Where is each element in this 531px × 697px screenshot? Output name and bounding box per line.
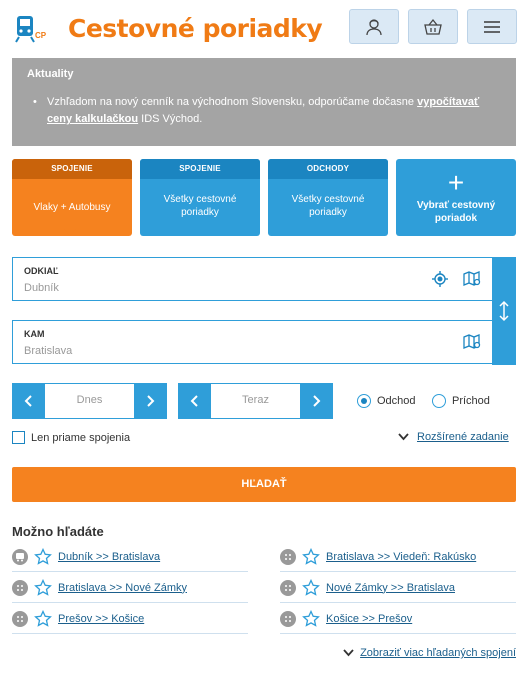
radio-selected-icon [357, 394, 371, 408]
list-item: Bratislava >> Viedeň: Rakúsko [280, 542, 516, 572]
star-icon[interactable] [302, 578, 320, 597]
advanced-label: Rozšírené zadanie [417, 431, 509, 443]
list-item: Košice >> Prešov [280, 604, 516, 634]
news-title: Aktuality [27, 68, 74, 80]
from-label: ODKIAĽ [24, 266, 59, 276]
tile-head: ODCHODY [268, 159, 388, 179]
chevron-right-icon [313, 395, 321, 407]
chevron-down-icon [398, 433, 409, 441]
star-icon[interactable] [34, 547, 52, 566]
time-next-button[interactable] [300, 384, 332, 418]
suggestion-link[interactable]: Prešov >> Košice [58, 613, 144, 625]
user-button[interactable] [349, 9, 399, 44]
locate-icon[interactable] [431, 270, 449, 288]
to-field[interactable]: KAM Bratislava [12, 320, 492, 364]
tile-head: SPOJENIE [12, 159, 132, 179]
news-panel: Aktuality Vzhľadom na nový cenník na výc… [12, 58, 516, 146]
tile-select-timetable[interactable]: + Vybrať cestovný poriadok [396, 159, 516, 236]
star-icon[interactable] [34, 609, 52, 628]
checkbox-box[interactable] [12, 431, 25, 444]
user-icon [366, 18, 382, 35]
arrival-radio[interactable]: Príchod [432, 394, 490, 408]
list-item: Prešov >> Košice [12, 604, 248, 634]
time-prev-button[interactable] [179, 384, 211, 418]
advanced-search-link[interactable]: Rozšírené zadanie [398, 431, 509, 443]
search-button[interactable]: HĽADAŤ [12, 467, 516, 502]
timetable-icon [12, 579, 28, 596]
departure-label: Odchod [377, 395, 416, 407]
chevron-left-icon [190, 395, 198, 407]
chevron-left-icon [24, 395, 32, 407]
direct-only-checkbox[interactable]: Len priame spojenia [12, 431, 130, 444]
suggestion-link[interactable]: Bratislava >> Viedeň: Rakúsko [326, 551, 476, 563]
star-icon[interactable] [34, 578, 52, 597]
tile-label: Vybrať cestovný poriadok [416, 200, 496, 224]
show-more-link[interactable]: Zobraziť viac hľadaných spojení [343, 647, 516, 659]
direct-only-label: Len priame spojenia [31, 431, 131, 444]
arrival-label: Príchod [452, 395, 490, 407]
departure-radio[interactable]: Odchod [357, 394, 416, 408]
to-input[interactable]: Bratislava [24, 345, 72, 357]
hamburger-menu-icon [484, 20, 500, 33]
radio-unselected-icon [432, 394, 446, 408]
date-stepper[interactable]: Dnes [12, 383, 167, 419]
date-value[interactable]: Dnes [45, 394, 134, 406]
logo-badge: CP [35, 31, 47, 40]
swap-arrows-icon [499, 300, 509, 322]
to-label: KAM [24, 329, 45, 339]
suggestion-link[interactable]: Košice >> Prešov [326, 613, 412, 625]
plus-icon: + [447, 167, 465, 198]
list-item: Nové Zámky >> Bratislava [280, 573, 516, 603]
suggestion-link[interactable]: Nové Zámky >> Bratislava [326, 582, 455, 594]
tile-all-timetables-connection[interactable]: SPOJENIE Všetky cestovné poriadky [140, 159, 260, 236]
show-more-label: Zobraziť viac hľadaných spojení [360, 647, 516, 659]
basket-icon [424, 18, 442, 35]
time-value[interactable]: Teraz [211, 394, 300, 406]
date-next-button[interactable] [134, 384, 166, 418]
header: CP Cestovné poriadky [0, 0, 531, 58]
menu-button[interactable] [467, 9, 517, 44]
from-field[interactable]: ODKIAĽ Dubník [12, 257, 492, 301]
chevron-down-icon [343, 649, 354, 657]
news-text-after: IDS Východ. [138, 113, 203, 125]
app-title[interactable]: Cestovné poriadky [68, 14, 323, 43]
swap-stations-button[interactable] [492, 257, 516, 365]
tile-all-timetables-departures[interactable]: ODCHODY Všetky cestovné poriadky [268, 159, 388, 236]
from-input[interactable]: Dubník [24, 282, 59, 294]
suggestion-link[interactable]: Bratislava >> Nové Zámky [58, 582, 187, 594]
news-item: Vzhľadom na nový cenník na východnom Slo… [27, 94, 501, 128]
timetable-icon [280, 579, 296, 596]
chevron-right-icon [147, 395, 155, 407]
tile-label: Vlaky + Autobusy [33, 202, 111, 213]
time-stepper[interactable]: Teraz [178, 383, 333, 419]
map-icon[interactable] [463, 333, 481, 351]
list-item: Dubník >> Bratislava [12, 542, 248, 572]
train-logo-icon[interactable]: CP [14, 14, 50, 46]
timetable-icon [12, 548, 28, 565]
map-icon[interactable] [463, 270, 481, 288]
suggestions-title: Možno hľadáte [12, 524, 104, 539]
active-tile-pointer [64, 229, 76, 236]
timetable-icon [12, 610, 28, 627]
tile-label: Všetky cestovné poriadky [163, 194, 237, 218]
tile-trains-buses[interactable]: SPOJENIE Vlaky + Autobusy [12, 159, 132, 236]
tile-label: Všetky cestovné poriadky [291, 194, 365, 218]
timetable-icon [280, 548, 296, 565]
timetable-icon [280, 610, 296, 627]
date-prev-button[interactable] [13, 384, 45, 418]
suggestion-link[interactable]: Dubník >> Bratislava [58, 551, 160, 563]
star-icon[interactable] [302, 547, 320, 566]
news-text-before: Vzhľadom na nový cenník na východnom Slo… [47, 96, 418, 108]
list-item: Bratislava >> Nové Zámky [12, 573, 248, 603]
star-icon[interactable] [302, 609, 320, 628]
basket-button[interactable] [408, 9, 458, 44]
tile-head: SPOJENIE [140, 159, 260, 179]
